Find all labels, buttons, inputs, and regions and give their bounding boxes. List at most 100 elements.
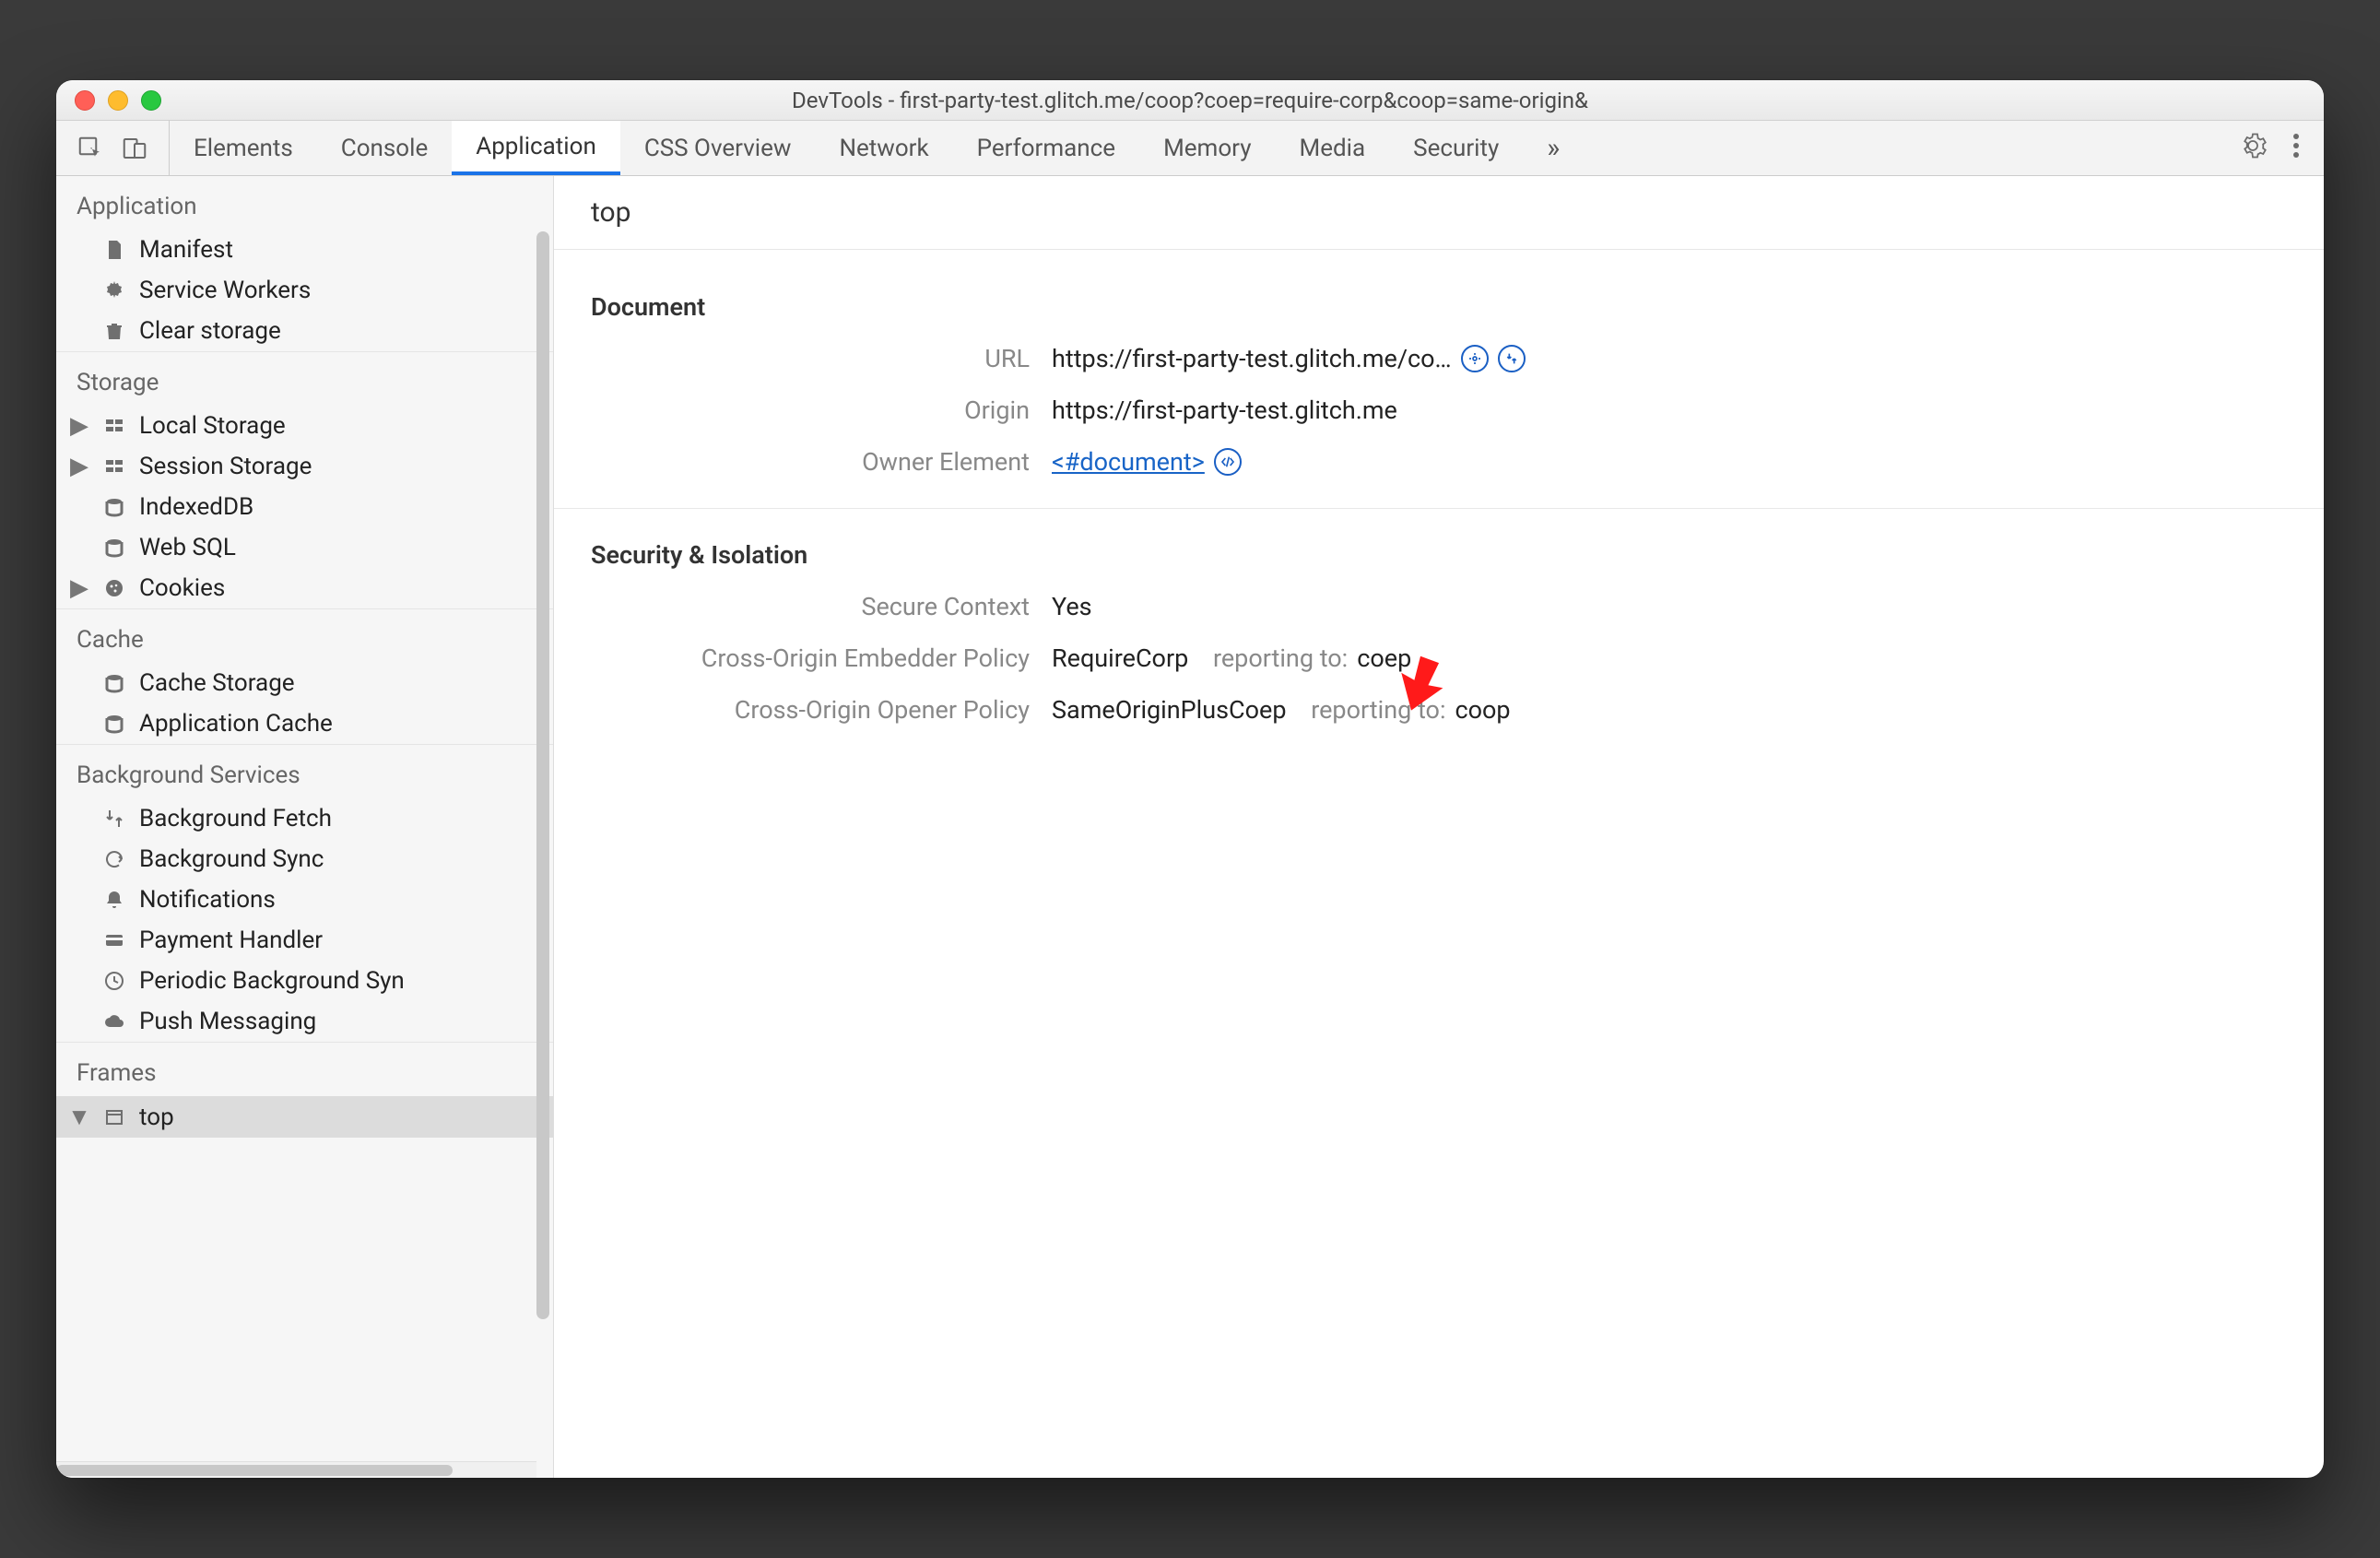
chevron-right-icon[interactable]: ▶ [71, 412, 88, 440]
tab-memory[interactable]: Memory [1139, 121, 1275, 175]
chevron-right-icon[interactable]: ▶ [71, 574, 88, 602]
tab-performance[interactable]: Performance [953, 121, 1139, 175]
tab-security[interactable]: Security [1389, 121, 1523, 175]
card-icon [100, 929, 128, 951]
chevron-down-icon[interactable]: ▼ [71, 1103, 88, 1131]
device-toolbar-icon[interactable] [121, 135, 148, 162]
sidebar-item-indexeddb[interactable]: IndexedDB [56, 487, 553, 527]
sidebar-item-label: Cookies [139, 574, 225, 602]
sidebar-h-scrollbar-thumb[interactable] [56, 1465, 453, 1476]
frame-details: Document URL https://first-party-test.gl… [554, 250, 2324, 1478]
bell-icon [100, 889, 128, 911]
tab-application[interactable]: Application [452, 121, 620, 175]
annotation-arrow-icon [1384, 648, 1457, 727]
inspect-element-icon[interactable] [77, 135, 104, 162]
database-icon [100, 713, 128, 735]
sidebar-item-clear-storage[interactable]: Clear storage [56, 311, 553, 351]
section-security-isolation: Security & Isolation [591, 540, 2287, 570]
panel-tabs: Elements Console Application CSS Overvie… [170, 121, 2215, 175]
window-zoom-button[interactable] [141, 90, 161, 111]
sidebar-item-local-storage[interactable]: ▶Local Storage [56, 406, 553, 446]
value-origin: https://first-party-test.glitch.me [1052, 395, 1397, 425]
value-coep: RequireCorp [1052, 643, 1188, 673]
sidebar-item-payment-handler[interactable]: Payment Handler [56, 920, 553, 961]
reveal-elements-icon[interactable] [1214, 448, 1242, 476]
grid-icon [100, 455, 128, 478]
window-close-button[interactable] [75, 90, 95, 111]
gear-icon [100, 279, 128, 301]
label-secure-context: Secure Context [591, 592, 1052, 621]
sidebar-item-label: Payment Handler [139, 927, 323, 954]
sidebar-item-notifications[interactable]: Notifications [56, 879, 553, 920]
tab-console[interactable]: Console [317, 121, 452, 175]
sidebar-item-service-workers[interactable]: Service Workers [56, 270, 553, 311]
sidebar-scrollbar-thumb[interactable] [536, 231, 549, 1319]
sidebar-item-label: IndexedDB [139, 493, 253, 521]
sidebar-item-label: Cache Storage [139, 669, 295, 697]
database-icon [100, 537, 128, 559]
clock-icon [100, 970, 128, 992]
chevron-right-icon[interactable]: ▶ [71, 453, 88, 480]
sidebar-item-label: Clear storage [139, 317, 281, 345]
sidebar-item-manifest[interactable]: Manifest [56, 230, 553, 270]
sidebar-item-label: Web SQL [139, 534, 236, 561]
sidebar-item-cookies[interactable]: ▶ Cookies [56, 568, 553, 608]
sidebar-item-push-messaging[interactable]: Push Messaging [56, 1001, 553, 1042]
sidebar-item-label: Background Sync [139, 845, 324, 873]
trash-icon [100, 320, 128, 342]
reveal-network-icon[interactable] [1498, 345, 1526, 372]
label-coep: Cross-Origin Embedder Policy [591, 643, 1052, 673]
sidebar-item-application-cache[interactable]: Application Cache [56, 703, 553, 744]
tabstrip-actions [2215, 121, 2324, 175]
value-coop-reporting: coop [1455, 695, 1510, 725]
label-owner-element: Owner Element [591, 447, 1052, 477]
sidebar-item-background-sync[interactable]: Background Sync [56, 839, 553, 879]
sidebar-section-cache: Cache [56, 608, 553, 663]
tab-network[interactable]: Network [815, 121, 952, 175]
inspect-controls [56, 121, 170, 175]
sync-icon [100, 848, 128, 870]
settings-icon[interactable] [2239, 132, 2267, 165]
copy-url-icon[interactable] [1461, 345, 1489, 372]
sidebar-item-websql[interactable]: Web SQL [56, 527, 553, 568]
sidebar-item-frame-top[interactable]: ▼ top [56, 1096, 553, 1138]
sidebar-item-cache-storage[interactable]: Cache Storage [56, 663, 553, 703]
cookie-icon [100, 577, 128, 599]
sidebar-item-label: Manifest [139, 236, 233, 264]
sidebar-item-label: Background Fetch [139, 805, 332, 832]
sidebar-item-background-fetch[interactable]: Background Fetch [56, 798, 553, 839]
sidebar-item-periodic-background-sync[interactable]: Periodic Background Syn [56, 961, 553, 1001]
database-icon [100, 672, 128, 694]
grid-icon [100, 415, 128, 437]
tab-more-icon[interactable]: » [1523, 121, 1584, 175]
row-url: URL https://first-party-test.glitch.me/c… [591, 344, 2287, 373]
sidebar-h-scrollbar[interactable] [56, 1461, 536, 1478]
sidebar-item-session-storage[interactable]: ▶ Session Storage [56, 446, 553, 487]
window-titlebar: DevTools - first-party-test.glitch.me/co… [56, 80, 2324, 121]
label-coop: Cross-Origin Opener Policy [591, 695, 1052, 725]
application-main: top Document URL https://first-party-tes… [554, 176, 2324, 1478]
tab-css-overview[interactable]: CSS Overview [620, 121, 816, 175]
owner-element-link[interactable]: <#document> [1052, 447, 1205, 477]
value-secure-context: Yes [1052, 592, 1092, 621]
sidebar-item-label: top [139, 1104, 174, 1131]
sidebar-item-label: Session Storage [139, 453, 312, 480]
tab-media[interactable]: Media [1276, 121, 1390, 175]
sidebar-item-label: Application Cache [139, 710, 333, 738]
devtools-window: DevTools - first-party-test.glitch.me/co… [56, 80, 2324, 1478]
tab-elements[interactable]: Elements [170, 121, 317, 175]
frame-heading: top [554, 176, 2324, 250]
kebab-menu-icon[interactable] [2292, 132, 2300, 165]
row-owner-element: Owner Element <#document> [591, 447, 2287, 477]
frame-icon [100, 1106, 128, 1128]
window-minimize-button[interactable] [108, 90, 128, 111]
row-secure-context: Secure Context Yes [591, 592, 2287, 621]
value-coop: SameOriginPlusCoep [1052, 695, 1287, 725]
file-icon [100, 239, 128, 261]
panel-body: Application Manifest Service Workers Cle… [56, 176, 2324, 1478]
sidebar-item-label: Push Messaging [139, 1008, 316, 1035]
application-sidebar[interactable]: Application Manifest Service Workers Cle… [56, 176, 554, 1478]
row-origin: Origin https://first-party-test.glitch.m… [591, 395, 2287, 425]
coep-reporting-prefix: reporting to: [1213, 643, 1348, 673]
section-document: Document [591, 292, 2287, 322]
